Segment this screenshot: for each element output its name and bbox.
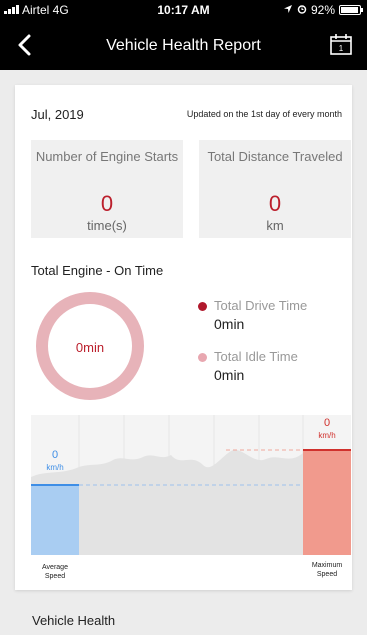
average-speed-label: Average Speed <box>42 564 68 580</box>
maximum-speed-unit: km/h <box>318 431 336 440</box>
total-distance-label: Total Distance Traveled <box>207 149 343 164</box>
alarm-icon <box>297 3 307 17</box>
nav-bar: Vehicle Health Report 1 <box>0 20 367 70</box>
maximum-speed-value: 0 <box>323 417 331 429</box>
calendar-icon[interactable]: 1 <box>329 32 355 58</box>
average-speed-value: 0 <box>51 449 59 461</box>
total-distance-tile: Total Distance Traveled 0 km <box>199 140 351 238</box>
maximum-speed-label: Maximum Speed <box>311 562 343 578</box>
status-bar: Airtel 4G 10:17 AM 92% <box>0 0 367 20</box>
battery-icon <box>339 5 363 15</box>
engine-starts-label: Number of Engine Starts <box>35 149 179 164</box>
idle-time-value: 0min <box>214 367 245 383</box>
report-card: Jul, 2019 Updated on the 1st day of ever… <box>15 85 352 590</box>
engine-starts-tile: Number of Engine Starts 0 time(s) <box>31 140 183 238</box>
engine-starts-value: 0 <box>100 191 114 216</box>
drive-time-dot <box>198 302 207 311</box>
page-title: Vehicle Health Report <box>106 37 261 54</box>
engine-on-time-title: Total Engine - On Time <box>31 263 164 278</box>
average-speed-bar <box>31 485 79 555</box>
idle-time-dot <box>198 353 207 362</box>
donut-center-value: 0min <box>75 340 105 355</box>
svg-text:1: 1 <box>339 44 344 53</box>
engine-starts-unit: time(s) <box>87 218 127 233</box>
location-arrow-icon <box>283 3 293 17</box>
average-speed-unit: km/h <box>46 463 64 472</box>
total-distance-value: 0 <box>268 191 282 216</box>
battery-percent: 92% <box>310 3 335 17</box>
maximum-speed-bar <box>303 450 351 555</box>
report-month[interactable]: Jul, 2019 <box>31 107 84 122</box>
drive-time-value: 0min <box>214 316 245 332</box>
idle-time-label: Total Idle Time <box>214 349 298 364</box>
update-note: Updated on the 1st day of every month <box>186 109 342 119</box>
vehicle-health-heading: Vehicle Health <box>32 613 116 628</box>
total-distance-unit: km <box>266 218 284 233</box>
drive-time-label: Total Drive Time <box>214 298 308 313</box>
